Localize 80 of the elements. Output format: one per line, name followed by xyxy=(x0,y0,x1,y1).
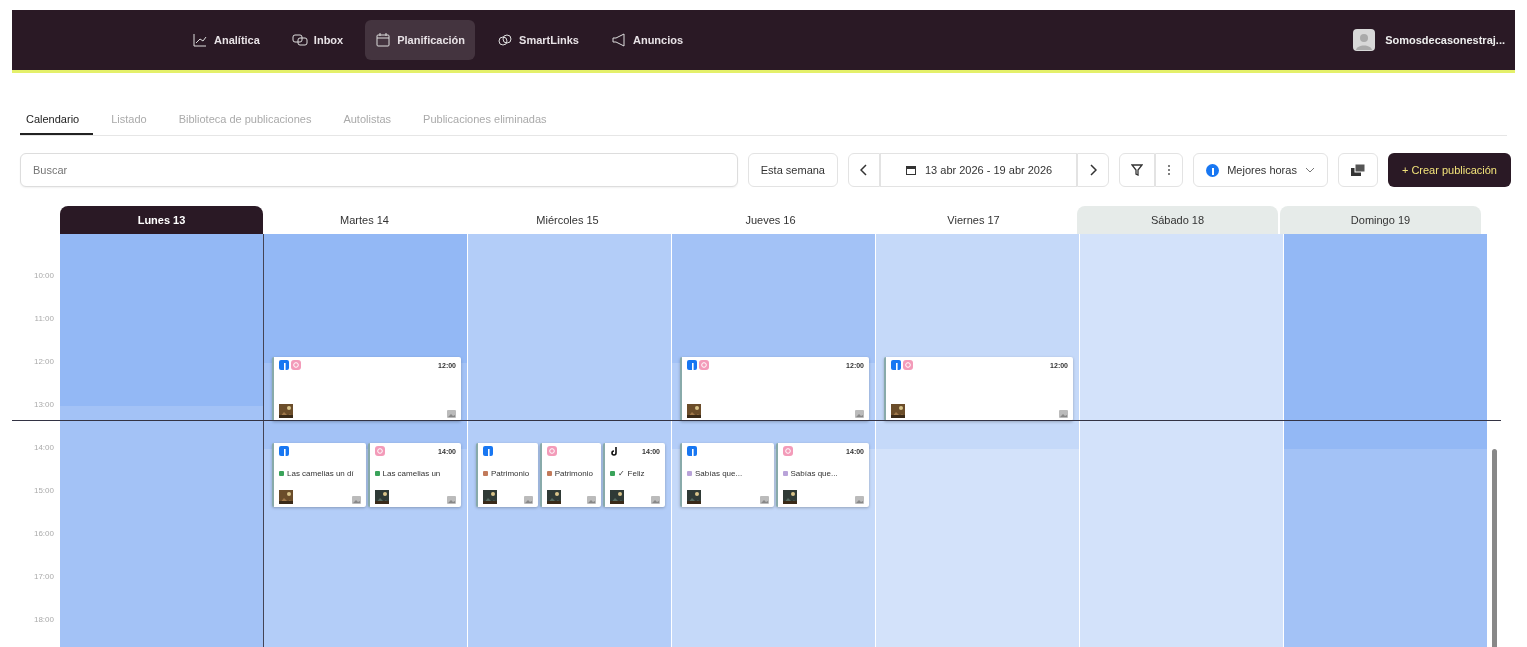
image-icon xyxy=(1059,410,1068,418)
post-title: Sabías que... xyxy=(790,468,838,478)
facebook-icon xyxy=(483,446,493,456)
image-icon xyxy=(759,496,769,504)
day-header[interactable]: Miércoles 15 xyxy=(466,206,669,234)
facebook-icon xyxy=(687,446,697,456)
image-icon xyxy=(447,410,456,418)
post-title: Las camelias un xyxy=(382,468,441,478)
filter-button[interactable] xyxy=(1119,153,1156,187)
calendar-icon xyxy=(905,164,917,176)
chevron-right-icon xyxy=(1089,164,1098,176)
user-name[interactable]: Somosdecasonestraj... xyxy=(1385,34,1505,46)
instagram-icon xyxy=(291,360,301,370)
calendar-icon xyxy=(375,32,392,48)
post-card[interactable]: Las camelias un dí xyxy=(272,443,366,507)
time-label: 12:00 xyxy=(33,357,54,366)
post-title: Las camelias un dí xyxy=(287,468,354,478)
time-label: 13:00 xyxy=(33,400,54,409)
post-title: Sabías que... xyxy=(695,468,743,478)
time-label: 16:00 xyxy=(33,529,54,538)
megaphone-icon xyxy=(611,32,627,48)
image-icon xyxy=(447,496,456,504)
more-icon xyxy=(1167,164,1172,176)
time-label: 17:00 xyxy=(33,572,54,581)
post-card[interactable]: Patrimonio xyxy=(539,443,602,507)
facebook-icon xyxy=(687,360,697,370)
nav-item[interactable]: Planificación xyxy=(365,20,476,60)
previous-button[interactable] xyxy=(848,153,880,187)
chat-icon xyxy=(291,32,308,48)
day-header[interactable]: Martes 14 xyxy=(263,206,466,234)
stack-icon xyxy=(1349,163,1366,177)
day-header[interactable]: Domingo 19 xyxy=(1280,206,1481,234)
post-card[interactable]: Patrimonio xyxy=(476,443,538,507)
instagram-icon xyxy=(782,446,793,456)
post-card[interactable]: Sabías que... xyxy=(680,443,774,507)
date-range-button[interactable]: 13 abr 2026 - 19 abr 2026 xyxy=(880,153,1078,187)
day-header[interactable]: Viernes 17 xyxy=(872,206,1075,234)
image-icon xyxy=(587,496,597,504)
image-icon xyxy=(651,496,660,504)
next-button[interactable] xyxy=(1077,153,1110,187)
chevron-left-icon xyxy=(860,164,868,176)
post-title: Patrimonio xyxy=(554,468,593,478)
time-label: 11:00 xyxy=(34,314,54,323)
link-icon xyxy=(497,32,514,48)
nav-item[interactable]: Analítica xyxy=(182,20,270,60)
day-header[interactable]: Lunes 13 xyxy=(60,206,263,234)
time-label: 14:00 xyxy=(33,443,54,452)
image-icon xyxy=(855,410,864,418)
facebook-icon xyxy=(1206,163,1220,177)
time-label: 10:00 xyxy=(33,271,54,280)
search-field[interactable]: Buscar xyxy=(20,153,738,187)
image-icon xyxy=(523,496,533,504)
day-header[interactable]: Sábado 18 xyxy=(1077,206,1278,234)
time-label: 15:00 xyxy=(33,486,54,495)
facebook-icon xyxy=(279,360,289,370)
create-post-button[interactable]: + Crear publicación xyxy=(1387,153,1511,187)
post-title: Patrimonio xyxy=(491,468,530,478)
avatar-icon xyxy=(1353,29,1376,51)
nav-item[interactable]: Anuncios xyxy=(601,20,694,60)
chevron-down-icon xyxy=(1304,167,1315,173)
nav-item[interactable]: SmartLinks xyxy=(487,20,589,60)
instagram-icon xyxy=(546,446,557,456)
layers-button[interactable] xyxy=(1337,153,1378,187)
chart-icon xyxy=(192,32,208,48)
instagram-icon xyxy=(374,446,385,456)
instagram-icon xyxy=(903,360,913,370)
this-week-button[interactable]: Esta semana xyxy=(747,153,838,187)
scrollbar-thumb[interactable] xyxy=(1492,449,1497,647)
post-title: ✓ Feliz xyxy=(618,468,645,478)
nav-item[interactable]: Inbox xyxy=(281,20,354,60)
day-header[interactable]: Jueves 16 xyxy=(669,206,872,234)
image-icon xyxy=(855,496,864,504)
tab[interactable]: Calendario xyxy=(20,107,94,135)
time-label: 18:00 xyxy=(33,615,54,624)
facebook-icon xyxy=(279,446,289,456)
best-hours-dropdown[interactable]: Mejores horas xyxy=(1193,153,1328,187)
instagram-icon xyxy=(699,360,709,370)
image-icon xyxy=(351,496,361,504)
filter-icon xyxy=(1131,164,1144,176)
facebook-icon xyxy=(891,360,901,370)
